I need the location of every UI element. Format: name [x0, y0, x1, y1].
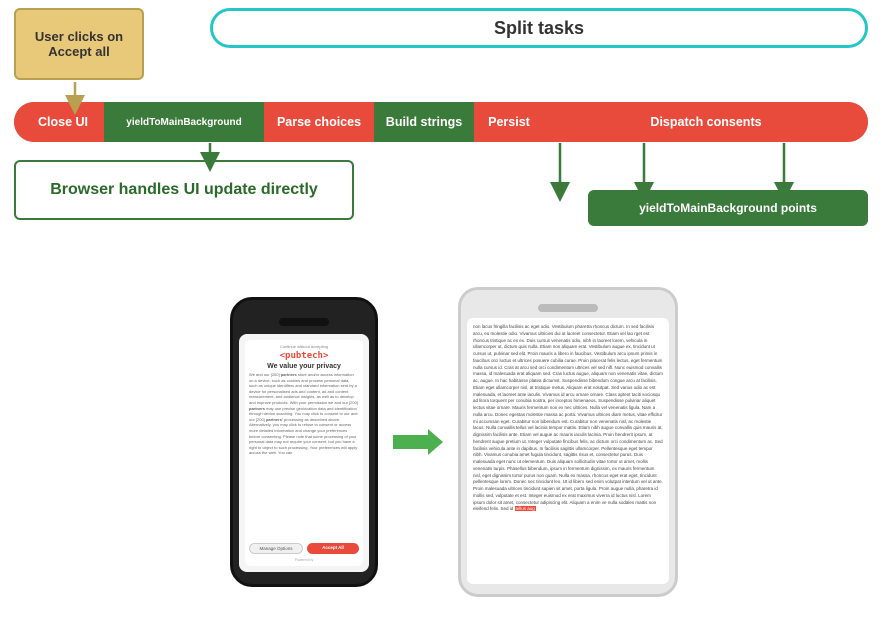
pipeline-yield1: yieldToMainBackground [104, 102, 264, 142]
phone2-notch [538, 304, 598, 312]
pipeline-row: Close UI yieldToMainBackground Parse cho… [14, 102, 868, 142]
privacy-title: We value your privacy [249, 363, 359, 370]
pipeline-close-ui: Close UI [14, 102, 104, 142]
article-text: non lacus fringilla facilisis ac eget od… [473, 324, 663, 513]
accept-all-button[interactable]: Accept All [307, 543, 359, 554]
consent-banner: Continue without accepting <pubtech> We … [245, 340, 363, 566]
user-clicks-label: User clicks on Accept all [35, 29, 123, 59]
yield-points-label: yieldToMainBackground points [639, 201, 817, 215]
user-clicks-box: User clicks on Accept all [14, 8, 144, 80]
transition-arrow [388, 427, 448, 457]
consent-button-row: Manage Options Accept All [249, 539, 359, 554]
pipeline-persist: Persist [474, 102, 544, 142]
consent-header-text: Continue without accepting [249, 344, 359, 349]
manage-options-button[interactable]: Manage Options [249, 543, 303, 554]
phone2-screen: non lacus fringilla facilisis ac eget od… [467, 318, 669, 584]
article-highlight: tellus aug [515, 506, 536, 511]
phones-area: Continue without accepting <pubtech> We … [0, 265, 888, 619]
yield-points-box: yieldToMainBackground points [588, 190, 868, 226]
split-tasks-pill: Split tasks [210, 8, 868, 48]
consent-body: We and our [200] partners store and/or a… [249, 372, 359, 456]
phone1-screen: Continue without accepting <pubtech> We … [239, 334, 369, 572]
powered-by-label: Powered by [249, 558, 359, 562]
phone1-notch [279, 318, 329, 326]
pipeline-dispatch: Dispatch consents [544, 102, 868, 142]
pipeline-parse: Parse choices [264, 102, 374, 142]
diagram-area: User clicks on Accept all Split tasks Cl… [0, 0, 888, 260]
phone2-frame: non lacus fringilla facilisis ac eget od… [458, 287, 678, 597]
split-tasks-label: Split tasks [494, 18, 584, 39]
browser-ui-box: Browser handles UI update directly [14, 160, 354, 220]
browser-ui-label: Browser handles UI update directly [50, 181, 318, 199]
brand-label: <pubtech> [249, 351, 359, 361]
phone1-frame: Continue without accepting <pubtech> We … [230, 297, 378, 587]
pipeline-build: Build strings [374, 102, 474, 142]
phone1-wrapper: Continue without accepting <pubtech> We … [210, 297, 378, 587]
